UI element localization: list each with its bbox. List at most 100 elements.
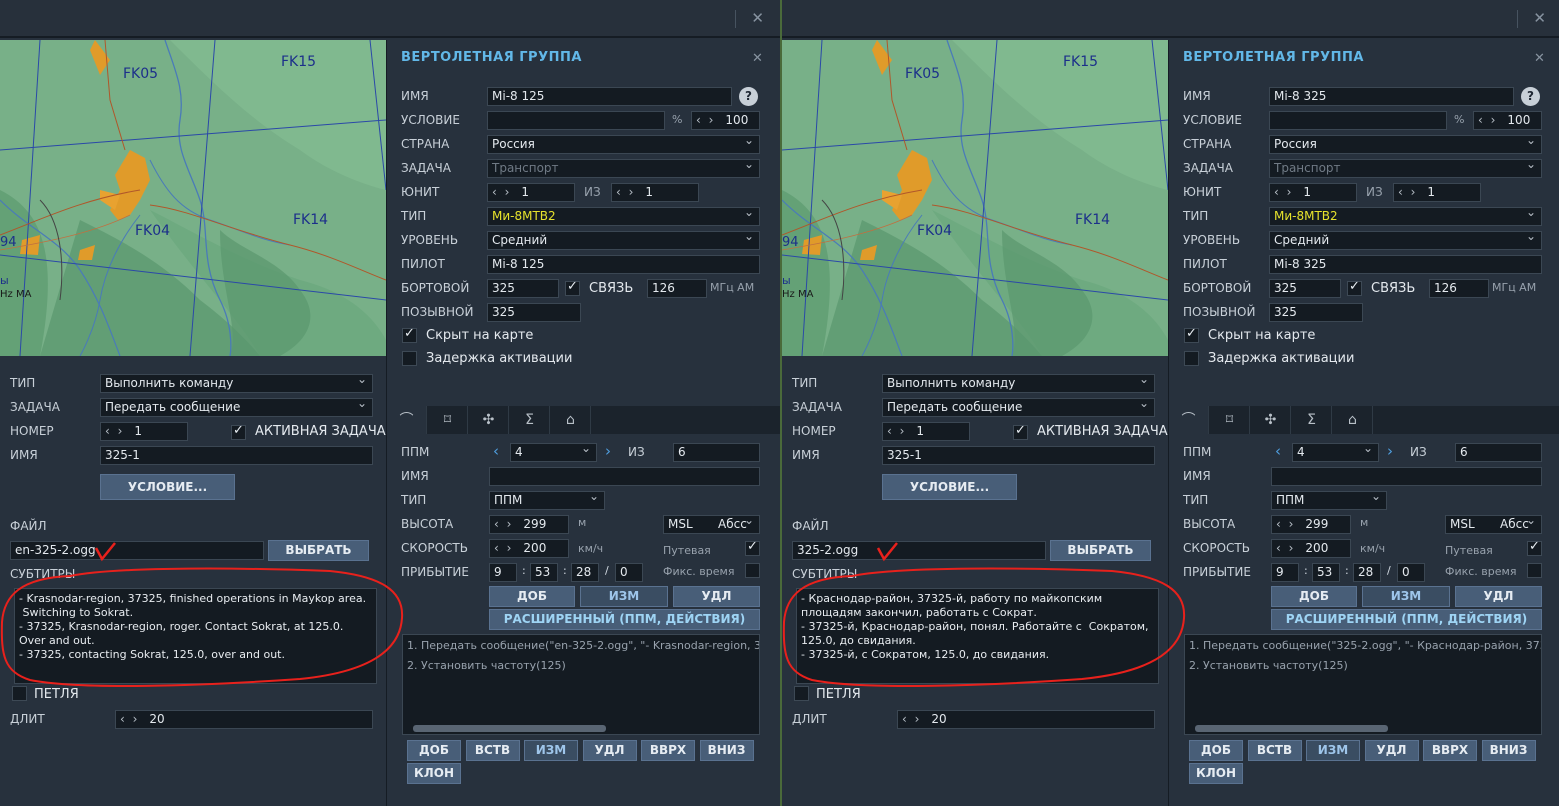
task-type-select[interactable]: Выполнить команду <box>100 374 373 393</box>
hidden-on-map-checkbox[interactable] <box>1184 326 1199 343</box>
wpt-type-select[interactable]: ППМ <box>489 491 605 510</box>
skill-select[interactable]: Средний <box>487 231 760 250</box>
action-row[interactable]: 2. Установить частоту(125) <box>407 658 755 678</box>
file-input[interactable]: en-325-2.ogg <box>10 541 264 560</box>
task-number-stepper[interactable]: ‹ › 1 <box>100 422 188 441</box>
edit-waypoint-button[interactable]: ИЗМ <box>580 586 668 607</box>
tab-equipment[interactable]: ⌂ <box>1333 406 1373 434</box>
clone-action-button[interactable]: КЛОН <box>407 763 461 784</box>
move-down-button[interactable]: ВНИЗ <box>699 740 754 761</box>
task-name-input[interactable]: 325-1 <box>882 446 1155 465</box>
prev-waypoint-icon[interactable]: ‹ <box>493 442 499 460</box>
action-row[interactable]: 1. Передать сообщение("325-2.ogg", "- Кр… <box>1189 638 1541 658</box>
aircraft-type-select[interactable]: Ми-8МТВ2 <box>1269 207 1542 226</box>
delete-waypoint-button[interactable]: УДЛ <box>1455 586 1542 607</box>
altitude-stepper[interactable]: ‹ › 299 <box>1271 515 1351 534</box>
fixed-time-checkbox[interactable] <box>745 563 760 578</box>
clone-action-button[interactable]: КЛОН <box>1189 763 1243 784</box>
wpt-name-input[interactable] <box>489 467 760 486</box>
wpt-name-input[interactable] <box>1271 467 1542 486</box>
active-task-checkbox[interactable] <box>1013 423 1028 440</box>
skill-select[interactable]: Средний <box>1269 231 1542 250</box>
actions-list[interactable]: 1. Передать сообщение("325-2.ogg", "- Кр… <box>1184 634 1542 735</box>
add-action-button[interactable]: ДОБ <box>1189 740 1243 761</box>
mission-map[interactable]: FK05 FK15 FK04 FK14 94 ы Hz MA <box>782 40 1168 356</box>
eta-day[interactable]: 0 <box>1397 563 1425 582</box>
speed-stepper[interactable]: ‹ › 200 <box>489 539 569 558</box>
edit-waypoint-button[interactable]: ИЗМ <box>1362 586 1450 607</box>
edit-action-button[interactable]: ИЗМ <box>524 740 578 761</box>
delete-waypoint-button[interactable]: УДЛ <box>673 586 760 607</box>
unit-stepper[interactable]: ‹ › 1 <box>487 183 575 202</box>
action-row[interactable]: 1. Передать сообщение("en-325-2.ogg", "-… <box>407 638 759 658</box>
active-task-checkbox[interactable] <box>231 423 246 440</box>
condition-button[interactable]: УСЛОВИЕ... <box>882 474 1017 500</box>
mission-map[interactable]: FK05 FK15 FK04 FK14 94 ы Hz MA <box>0 40 386 356</box>
condition-button[interactable]: УСЛОВИЕ... <box>100 474 235 500</box>
probability-stepper[interactable]: ‹ › 100 <box>1473 111 1542 130</box>
group-condition-input[interactable] <box>487 111 665 130</box>
altitude-ref-select[interactable]: MSL Абсс <box>1445 515 1542 534</box>
comm-checkbox[interactable] <box>1347 279 1362 296</box>
wpt-type-select[interactable]: ППМ <box>1271 491 1387 510</box>
unit-stepper[interactable]: ‹ › 1 <box>1269 183 1357 202</box>
duration-stepper[interactable]: ‹ › 20 <box>115 710 373 729</box>
track-speed-checkbox[interactable] <box>1527 539 1542 556</box>
move-up-button[interactable]: ВВРХ <box>641 740 695 761</box>
tab-summary[interactable]: Σ <box>1292 406 1332 434</box>
task-number-stepper[interactable]: ‹ › 1 <box>882 422 970 441</box>
choose-file-button[interactable]: ВЫБРАТЬ <box>268 540 369 561</box>
eta-minutes[interactable]: 53 <box>530 563 558 582</box>
tab-summary[interactable]: Σ <box>510 406 550 434</box>
unit-total-stepper[interactable]: ‹ › 1 <box>611 183 699 202</box>
tab-route[interactable]: ⌒ <box>1169 406 1209 434</box>
close-icon[interactable]: ✕ <box>1533 9 1546 27</box>
country-select[interactable]: Россия <box>487 135 760 154</box>
add-waypoint-button[interactable]: ДОБ <box>1271 586 1357 607</box>
group-task-select[interactable]: Транспорт <box>487 159 760 178</box>
eta-seconds[interactable]: 28 <box>571 563 599 582</box>
actions-scrollbar[interactable] <box>413 725 606 732</box>
eta-hours[interactable]: 9 <box>1271 563 1299 582</box>
delay-activation-checkbox[interactable] <box>402 351 417 366</box>
prev-waypoint-icon[interactable]: ‹ <box>1275 442 1281 460</box>
speed-stepper[interactable]: ‹ › 200 <box>1271 539 1351 558</box>
delete-action-button[interactable]: УДЛ <box>582 740 637 761</box>
tab-targets[interactable]: ⌑ <box>428 406 468 434</box>
callsign-input[interactable]: 325 <box>1269 303 1363 322</box>
eta-day[interactable]: 0 <box>615 563 643 582</box>
advanced-actions-button[interactable]: РАСШИРЕННЫЙ (ППМ, ДЕЙСТВИЯ) <box>1271 609 1542 630</box>
choose-file-button[interactable]: ВЫБРАТЬ <box>1050 540 1151 561</box>
file-input[interactable]: 325-2.ogg <box>792 541 1046 560</box>
altitude-ref-select[interactable]: MSL Абсс <box>663 515 760 534</box>
insert-action-button[interactable]: ВСТВ <box>1247 740 1302 761</box>
group-condition-input[interactable] <box>1269 111 1447 130</box>
next-waypoint-icon[interactable]: › <box>605 442 611 460</box>
waypoint-select[interactable]: 4 <box>510 443 597 462</box>
move-up-button[interactable]: ВВРХ <box>1423 740 1477 761</box>
next-waypoint-icon[interactable]: › <box>1387 442 1393 460</box>
frequency-input[interactable]: 126 <box>1429 279 1489 298</box>
delete-action-button[interactable]: УДЛ <box>1364 740 1419 761</box>
tab-payload[interactable]: ✣ <box>469 406 509 434</box>
help-icon[interactable]: ? <box>1521 87 1540 106</box>
close-icon[interactable]: ✕ <box>751 9 764 27</box>
insert-action-button[interactable]: ВСТВ <box>465 740 520 761</box>
eta-minutes[interactable]: 53 <box>1312 563 1340 582</box>
group-task-select[interactable]: Транспорт <box>1269 159 1542 178</box>
loop-checkbox[interactable] <box>794 686 809 701</box>
tab-route[interactable]: ⌒ <box>387 406 427 434</box>
tab-payload[interactable]: ✣ <box>1251 406 1291 434</box>
frequency-input[interactable]: 126 <box>647 279 707 298</box>
board-number-input[interactable]: 325 <box>487 279 559 298</box>
edit-action-button[interactable]: ИЗМ <box>1306 740 1360 761</box>
subtitles-textarea[interactable]: - Краснодар-район, 37325-й, работу по ма… <box>796 588 1159 684</box>
eta-hours[interactable]: 9 <box>489 563 517 582</box>
panel-close-icon[interactable]: ✕ <box>752 51 763 66</box>
fixed-time-checkbox[interactable] <box>1527 563 1542 578</box>
track-speed-checkbox[interactable] <box>745 539 760 556</box>
country-select[interactable]: Россия <box>1269 135 1542 154</box>
task-name-input[interactable]: 325-1 <box>100 446 373 465</box>
probability-stepper[interactable]: ‹ › 100 <box>691 111 760 130</box>
tab-targets[interactable]: ⌑ <box>1210 406 1250 434</box>
